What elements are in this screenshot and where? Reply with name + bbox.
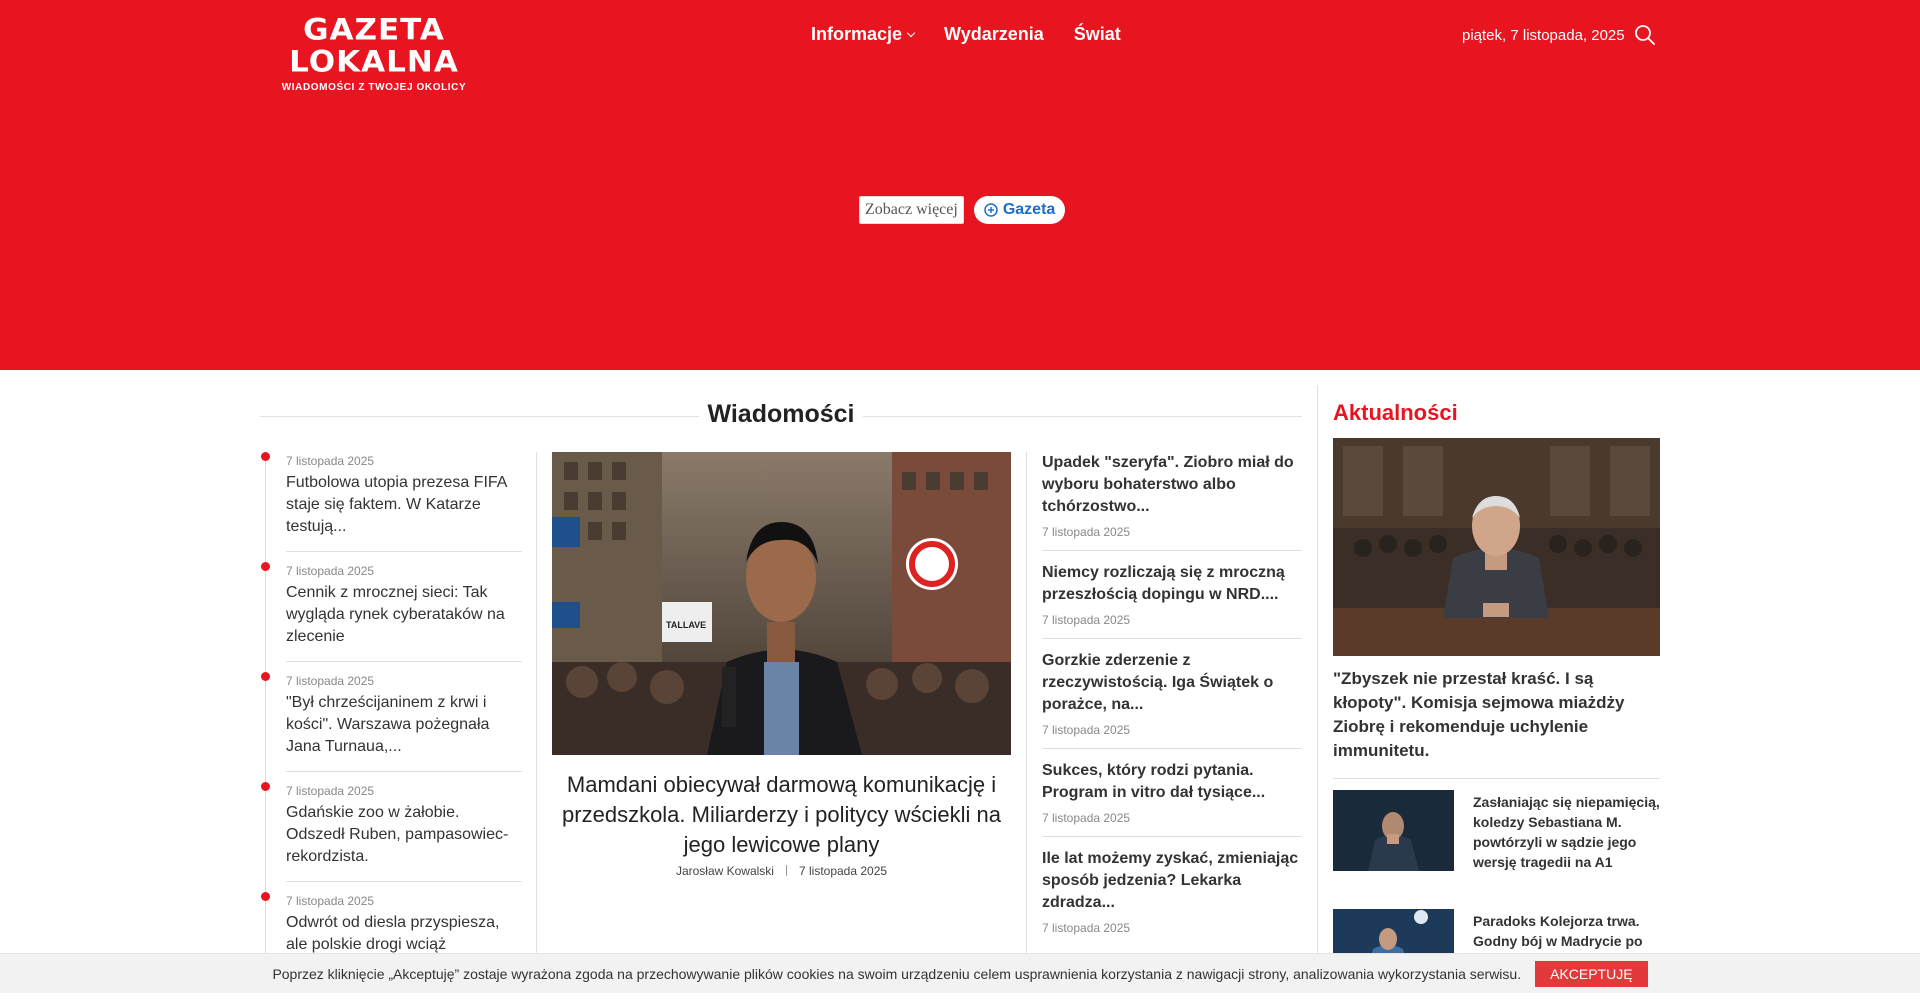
item-date: 7 listopada 2025 (1042, 525, 1131, 539)
item-title-link[interactable]: Paradoks Kolejorza trwa. Godny bój w Mad… (1473, 911, 1660, 951)
current-date: piątek, 7 listopada, 2025 (1462, 27, 1625, 44)
divider (1042, 550, 1302, 551)
item-date: 7 listopada 2025 (286, 564, 375, 578)
item-date: 7 listopada 2025 (286, 784, 375, 798)
item-title-link[interactable]: Sukces, który rodzi pytania. Program in … (1042, 760, 1302, 804)
search-icon (1635, 25, 1655, 45)
divider (1042, 748, 1302, 749)
thumbnail-photo (1333, 790, 1454, 871)
gazeta-label: Gazeta (1002, 201, 1056, 218)
item-title-link[interactable]: Niemcy rozliczają się z mroczną przeszło… (1042, 562, 1302, 606)
header-hero: GAZETA LOKALNA WIADOMOŚCI Z TWOJEJ OKOLI… (0, 0, 1920, 370)
featured-meta: Jarosław Kowalski 7 listopada 2025 (552, 864, 1011, 878)
item-date: 7 listopada 2025 (1042, 811, 1131, 825)
aside-photo (1333, 438, 1660, 656)
zobacz-wiecej-button[interactable]: Zobacz więcej (859, 196, 964, 224)
item-title-link[interactable]: Upadek "szeryfa". Ziobro miał do wyboru … (1042, 452, 1302, 518)
column-divider (1317, 385, 1318, 953)
divider (286, 881, 522, 882)
item-title-link[interactable]: Gorzkie zderzenie z rzeczywistością. Iga… (1042, 650, 1302, 716)
main-nav: Informacje Wydarzenia Świat (811, 24, 1121, 45)
timeline-dot (261, 452, 270, 461)
divider (286, 661, 522, 662)
list-item[interactable]: Niemcy rozliczają się z mroczną przeszło… (1042, 562, 1302, 627)
list-item[interactable]: Upadek "szeryfa". Ziobro miał do wyboru … (1042, 452, 1302, 539)
thumbnail-image[interactable] (1333, 790, 1454, 871)
featured-date: 7 listopada 2025 (798, 864, 888, 878)
item-date: 7 listopada 2025 (1042, 723, 1131, 737)
nav-item-wydarzenia[interactable]: Wydarzenia (944, 24, 1044, 45)
aside-main-title-link[interactable]: "Zbyszek nie przestał kraść. I są kłopot… (1333, 667, 1660, 763)
site-logo[interactable]: GAZETA LOKALNA WIADOMOŚCI Z TWOJEJ OKOLI… (264, 12, 484, 93)
item-date: 7 listopada 2025 (286, 894, 375, 908)
featured-image[interactable]: TALLAVE (552, 452, 1011, 755)
item-date: 7 listopada 2025 (286, 454, 375, 468)
cookie-bar: Poprzez kliknięcie „Akceptuję” zostaje w… (0, 953, 1920, 993)
plus-circle-icon (984, 203, 998, 217)
column-divider (536, 452, 537, 953)
ad-widget: Zobacz więcej Gazeta (859, 196, 1066, 224)
item-title-link[interactable]: "Był chrześcijaninem z krwi i kości". Wa… (286, 692, 522, 758)
list-item[interactable]: Ile lat możemy zyskać, zmieniając sposób… (1042, 848, 1302, 935)
timeline-dot (261, 892, 270, 901)
item-title-link[interactable]: Gdańskie zoo w żałobie. Odszedł Ruben, p… (286, 802, 522, 868)
featured-title-link[interactable]: Mamdani obiecywał darmową komunikację i … (552, 770, 1011, 860)
timeline-dot (261, 782, 270, 791)
section-title: Wiadomości (260, 400, 1302, 429)
search-button[interactable] (1634, 24, 1656, 46)
cookie-text: Poprzez kliknięcie „Akceptuję” zostaje w… (272, 965, 1522, 982)
divider (1333, 778, 1660, 779)
author-name[interactable]: Jarosław Kowalski (676, 864, 774, 878)
gazeta-follow-button[interactable]: Gazeta (973, 196, 1066, 224)
accept-cookies-button[interactable]: AKCEPTUJĘ (1535, 960, 1648, 987)
divider (1042, 638, 1302, 639)
item-title-link[interactable]: Futbolowa utopia prezesa FIFA staje się … (286, 472, 522, 538)
item-title-link[interactable]: Odwrót od diesla przyspiesza, ale polski… (286, 912, 522, 956)
timeline-dot (261, 562, 270, 571)
item-title-link[interactable]: Ile lat możemy zyskać, zmieniając sposób… (1042, 848, 1302, 914)
list-item[interactable]: Zasłaniając się niepamięcią, koledzy Seb… (1333, 790, 1660, 880)
aside-title: Aktualności (1333, 400, 1458, 425)
nav-item-label: Wydarzenia (944, 24, 1044, 44)
featured-photo: TALLAVE (552, 452, 1011, 755)
list-item[interactable]: Gorzkie zderzenie z rzeczywistością. Iga… (1042, 650, 1302, 737)
divider (286, 551, 522, 552)
nav-item-label: Świat (1073, 24, 1121, 44)
nav-item-informacje[interactable]: Informacje (811, 24, 916, 45)
logo-subtitle: WIADOMOŚCI Z TWOJEJ OKOLICY (281, 82, 467, 93)
list-item[interactable]: Sukces, który rodzi pytania. Program in … (1042, 760, 1302, 825)
divider (1042, 836, 1302, 837)
divider (286, 771, 522, 772)
nav-item-swiat[interactable]: Świat (1074, 24, 1121, 45)
meta-separator (785, 865, 787, 876)
item-title-link[interactable]: Zasłaniając się niepamięcią, koledzy Seb… (1473, 792, 1660, 872)
timeline-list: 7 listopada 2025 Futbolowa utopia prezes… (261, 452, 522, 966)
column-divider (1026, 452, 1027, 953)
timeline-line (265, 456, 266, 966)
sign-text: TALLAVE (666, 620, 706, 630)
item-date: 7 listopada 2025 (1042, 921, 1131, 935)
aside-featured-image[interactable] (1333, 438, 1660, 656)
chevron-down-icon (906, 28, 916, 37)
item-date: 7 listopada 2025 (1042, 613, 1131, 627)
nav-item-label: Informacje (811, 24, 903, 44)
logo-title: GAZETA LOKALNA (289, 12, 459, 80)
item-title-link[interactable]: Cennik z mrocznej sieci: Tak wygląda ryn… (286, 582, 522, 648)
timeline-dot (261, 672, 270, 681)
section-header: Wiadomości (260, 400, 1302, 430)
item-date: 7 listopada 2025 (286, 674, 375, 688)
